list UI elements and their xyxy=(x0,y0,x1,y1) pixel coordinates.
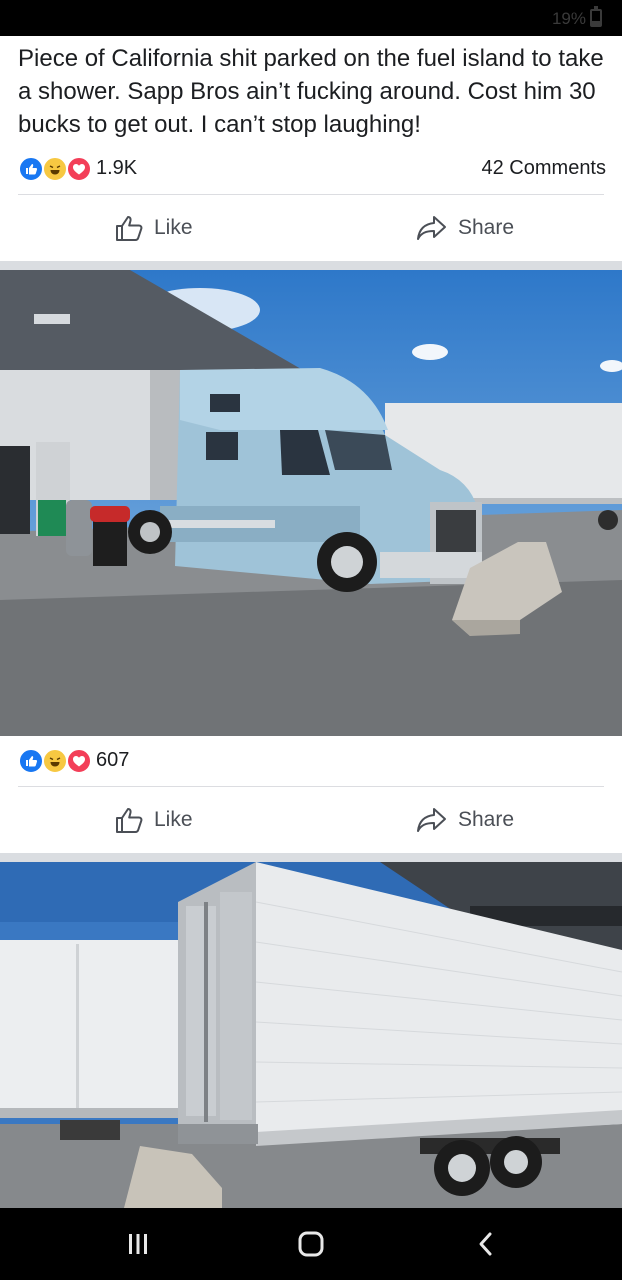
share-arrow-icon xyxy=(417,216,446,240)
reaction-icons xyxy=(18,156,94,182)
post-action-bar: Like Share xyxy=(0,203,622,253)
post-separator xyxy=(0,853,622,862)
share-arrow-icon xyxy=(417,808,446,832)
haha-reaction-icon xyxy=(42,748,68,774)
reaction-icons xyxy=(18,748,94,774)
comments-count-link[interactable]: 42 Comments xyxy=(482,157,607,180)
like-reaction-icon xyxy=(18,748,44,774)
like-label: Like xyxy=(154,808,193,831)
post-text: Piece of California shit parked on the f… xyxy=(18,45,604,138)
photo-reaction-count: 607 xyxy=(96,749,130,771)
battery-level: 19% xyxy=(551,9,586,28)
thumbs-up-icon xyxy=(116,808,143,833)
system-navigation-bar xyxy=(0,1208,622,1280)
recent-apps-icon xyxy=(129,1234,147,1254)
love-reaction-icon xyxy=(66,748,92,774)
home-icon xyxy=(298,1231,324,1257)
love-reaction-icon xyxy=(66,156,92,182)
status-bar: 19% xyxy=(0,0,622,36)
photo-trailers[interactable] xyxy=(0,862,622,1208)
thumbs-up-icon xyxy=(116,216,143,241)
haha-reaction-icon xyxy=(42,156,68,182)
share-label: Share xyxy=(458,808,515,831)
divider xyxy=(18,194,604,195)
reaction-count: 1.9K xyxy=(96,157,138,179)
like-button[interactable]: Like xyxy=(114,203,193,253)
photo-reactions-summary[interactable]: 607 xyxy=(18,746,606,776)
back-button[interactable] xyxy=(466,1228,506,1260)
share-label: Share xyxy=(458,216,515,239)
home-button[interactable] xyxy=(291,1228,331,1260)
recent-apps-button[interactable] xyxy=(118,1228,158,1260)
like-button[interactable]: Like xyxy=(114,795,193,845)
post-separator xyxy=(0,261,622,270)
back-icon xyxy=(479,1232,492,1256)
like-label: Like xyxy=(154,216,193,239)
photo-truck-at-fuel-island[interactable] xyxy=(0,270,622,736)
share-button[interactable]: Share xyxy=(416,795,514,845)
share-button[interactable]: Share xyxy=(416,203,514,253)
photo-action-bar: Like Share xyxy=(0,795,622,845)
like-reaction-icon xyxy=(18,156,44,182)
battery-icon xyxy=(590,6,602,27)
divider xyxy=(18,786,604,787)
reactions-summary[interactable]: 1.9K 42 Comments xyxy=(18,154,606,184)
